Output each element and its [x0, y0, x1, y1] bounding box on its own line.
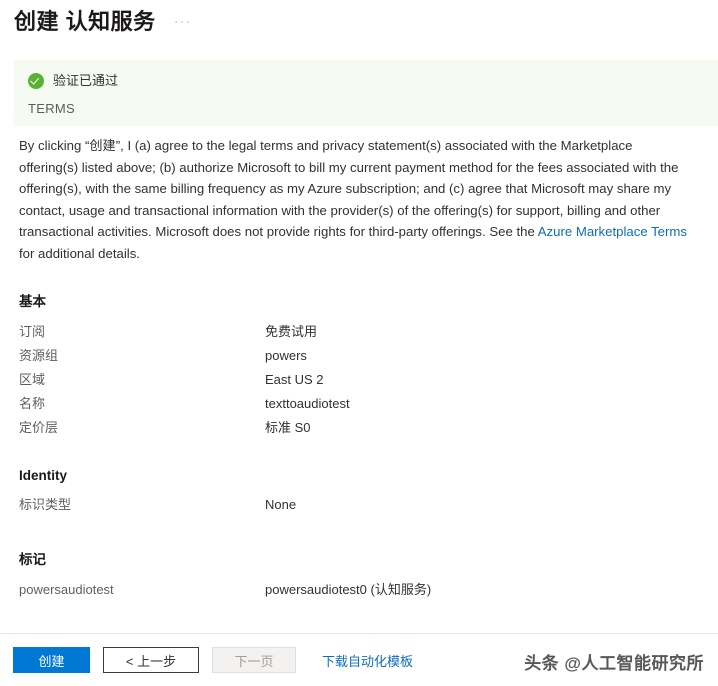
detail-value: texttoaudiotest [265, 396, 350, 411]
download-automation-template-link[interactable]: 下载自动化模板 [322, 651, 413, 670]
terms-text-part2: for additional details. [19, 245, 140, 261]
detail-key: 区域 [19, 372, 46, 387]
section-tags-title: 标记 [19, 552, 46, 567]
section-basics: 基本 订阅 免费试用 资源组 powers 区域 East US 2 名称 te… [19, 290, 699, 442]
detail-row: 定价层 标准 S0 [19, 418, 699, 442]
detail-key: 资源组 [19, 348, 59, 363]
section-tags: 标记 powersaudiotest powersaudiotest0 (认知服… [19, 548, 699, 604]
detail-value: 标准 S0 [265, 420, 311, 435]
detail-row: 名称 texttoaudiotest [19, 394, 699, 418]
detail-row: powersaudiotest powersaudiotest0 (认知服务) [19, 580, 699, 604]
detail-value: powersaudiotest0 (认知服务) [265, 582, 432, 597]
section-identity: Identity 标识类型 None [19, 468, 699, 519]
section-identity-title: Identity [19, 468, 68, 483]
detail-key: 定价层 [19, 420, 59, 435]
validation-status-row: 验证已通过 [14, 60, 718, 89]
detail-key: 名称 [19, 396, 46, 411]
detail-row: 资源组 powers [19, 346, 699, 370]
detail-value: East US 2 [265, 372, 324, 387]
validation-status-text: 验证已通过 [53, 73, 119, 88]
command-bar: 创建 < 上一步 下一页 下载自动化模板 头条 @人工智能研究所 [0, 633, 718, 686]
detail-value: 免费试用 [265, 324, 318, 339]
detail-key: 订阅 [19, 324, 46, 339]
azure-marketplace-terms-link[interactable]: Azure Marketplace Terms [538, 224, 687, 239]
detail-key: powersaudiotest [19, 582, 114, 597]
more-options-icon[interactable]: ··· [174, 13, 192, 31]
watermark: 头条 @人工智能研究所 [524, 654, 704, 673]
previous-button[interactable]: < 上一步 [103, 647, 199, 673]
page-title: 创建 认知服务 [14, 8, 156, 34]
detail-row: 标识类型 None [19, 495, 699, 519]
check-circle-icon [28, 73, 44, 89]
section-basics-title: 基本 [19, 294, 46, 309]
next-button: 下一页 [212, 647, 296, 673]
page-header: 创建 认知服务 ··· [0, 0, 718, 38]
terms-paragraph: By clicking “创建”, I (a) agree to the leg… [19, 135, 687, 264]
detail-value: None [265, 497, 297, 512]
detail-row: 区域 East US 2 [19, 370, 699, 394]
detail-row: 订阅 免费试用 [19, 322, 699, 346]
validation-banner: 验证已通过 TERMS [14, 60, 718, 126]
detail-key: 标识类型 [19, 497, 72, 512]
terms-section-label: TERMS [28, 101, 75, 116]
create-button[interactable]: 创建 [13, 647, 90, 673]
detail-value: powers [265, 348, 307, 363]
